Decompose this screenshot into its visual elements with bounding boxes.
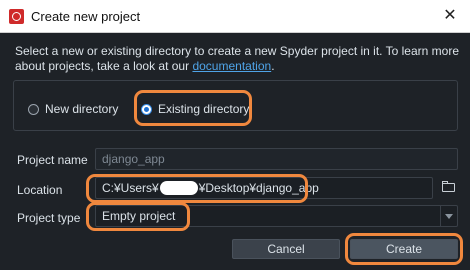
intro-text: Select a new or existing directory to cr… (15, 44, 460, 74)
project-type-select[interactable]: Empty project (95, 205, 458, 227)
redacted-username (159, 180, 198, 195)
project-name-field[interactable]: django_app (95, 148, 458, 170)
intro-suffix: . (271, 59, 275, 73)
radio-checked-icon (141, 103, 152, 115)
location-suffix: ¥Desktop¥django_app (198, 181, 319, 195)
directory-mode-group: New directory Existing directory (13, 80, 458, 131)
location-field[interactable]: C:¥Users¥ ¥Desktop¥django_app (95, 177, 433, 199)
project-name-label: Project name (17, 153, 88, 167)
location-label: Location (17, 183, 63, 197)
existing-directory-label: Existing directory (158, 102, 250, 116)
location-prefix: C:¥Users¥ (102, 181, 159, 195)
window-titlebar: Create new project ✕ (0, 0, 470, 33)
folder-body-shape (442, 183, 455, 192)
existing-directory-radio[interactable]: Existing directory (141, 101, 249, 117)
new-directory-label: New directory (45, 102, 119, 116)
project-type-value: Empty project (102, 209, 176, 223)
chevron-down-icon (440, 206, 457, 226)
new-directory-radio[interactable]: New directory (28, 101, 118, 117)
window-title: Create new project (31, 9, 141, 24)
cancel-button[interactable]: Cancel (232, 239, 340, 259)
create-button[interactable]: Create (350, 239, 458, 259)
radio-unchecked-icon (28, 103, 39, 115)
browse-folder-icon[interactable] (440, 178, 458, 196)
documentation-link[interactable]: documentation (192, 59, 271, 73)
project-type-label: Project type (17, 211, 81, 225)
spyder-app-icon (9, 9, 24, 24)
close-icon[interactable]: ✕ (436, 3, 464, 29)
